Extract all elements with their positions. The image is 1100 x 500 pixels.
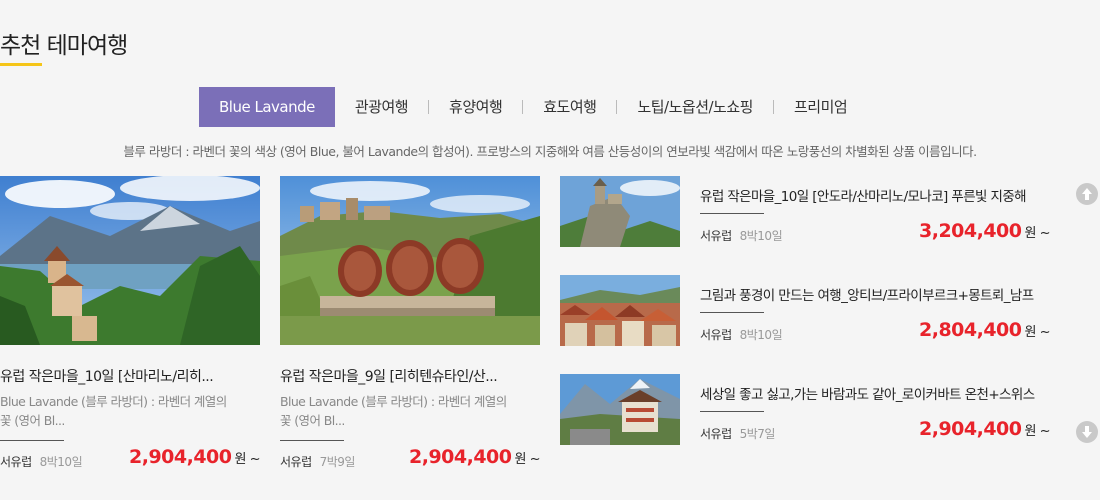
card-title[interactable]: 유럽 작은마을_10일 [산마리노/리히... [0,366,260,386]
region-label: 서유럽 [700,328,732,342]
duration-label: 8박10일 [739,328,783,342]
product-card[interactable]: 유럽 작은마을_9일 [리히텐슈타인/산... Blue Lavande (블루… [280,176,540,469]
price-unit: 원 ~ [1024,424,1051,439]
list-title[interactable]: 유럽 작은마을_10일 [안도라/산마리노/모나코] 푸른빛 지중해 [700,185,1027,205]
arrow-up-icon [1077,184,1097,204]
card-subtitle: Blue Lavande (블루 라방더) : 라벤더 계열의 꽃 (영어 Bl… [0,394,227,428]
list-price: 2,804,400 원 ~ [919,319,1050,341]
card-title[interactable]: 유럽 작은마을_9일 [리히텐슈타인/산... [280,366,540,386]
tab-blue-lavande[interactable]: Blue Lavande [199,87,335,127]
list-image-old-town-roofs[interactable] [560,275,680,346]
arrow-down-icon [1077,422,1097,442]
arrow-down-circle-icon[interactable] [1076,421,1098,443]
duration-label: 5박7일 [739,427,776,441]
theme-description: 블루 라방더 : 라벤더 꽃의 색상 (영어 Blue, 불어 Lavande의… [123,144,977,159]
price-value: 2,904,400 [919,418,1022,440]
divider [700,312,764,313]
tab-sightseeing[interactable]: 관광여행 [335,87,428,127]
theme-tabs: Blue Lavande 관광여행 휴양여행 효도여행 노팁/노옵션/노쇼핑 프… [199,87,867,127]
divider [700,213,764,214]
region-label: 서유럽 [280,455,312,469]
duration-label: 8박10일 [39,455,83,469]
list-title[interactable]: 그림과 풍경이 만드는 여행_앙티브/프라이부르크+몽트뢰_남프 [700,284,1034,304]
list-item[interactable]: 세상일 좋고 싫고,가는 바람과도 같아_로이커바트 온천+스위스 서유럽 5박7… [560,374,1050,445]
list-region: 서유럽 8박10일 [700,326,783,343]
card-region: 서유럽 8박10일 [0,453,83,470]
card-subtitle: Blue Lavande (블루 라방더) : 라벤더 계열의 꽃 (영어 Bl… [280,394,507,428]
duration-label: 8박10일 [739,229,783,243]
price-unit: 원 ~ [514,452,541,467]
tab-no-tip[interactable]: 노팁/노옵션/노쇼핑 [617,87,773,127]
list-item[interactable]: 유럽 작은마을_10일 [안도라/산마리노/모나코] 푸른빛 지중해 서유럽 8박… [560,176,1050,247]
list-item[interactable]: 그림과 풍경이 만드는 여행_앙티브/프라이부르크+몽트뢰_남프 서유럽 8박10… [560,275,1050,346]
price-value: 2,804,400 [919,319,1022,341]
list-price: 2,904,400 원 ~ [919,418,1050,440]
list-region: 서유럽 5박7일 [700,425,775,442]
price-value: 3,204,400 [919,220,1022,242]
card-region: 서유럽 7박9일 [280,453,355,470]
list-title[interactable]: 세상일 좋고 싫고,가는 바람과도 같아_로이커바트 온천+스위스 [700,383,1035,403]
divider [700,411,764,412]
price-value: 2,904,400 [129,446,232,468]
card-price: 2,904,400 원 ~ [129,446,260,468]
product-image-wine-barrels[interactable] [280,176,540,345]
divider [0,440,64,441]
price-value: 2,904,400 [409,446,512,468]
region-label: 서유럽 [700,229,732,243]
list-image-cliff-tower[interactable] [560,176,680,247]
list-image-alpine-village[interactable] [560,374,680,445]
section-title: 추천 테마여행 [0,33,128,59]
price-unit: 원 ~ [234,452,261,467]
list-price: 3,204,400 원 ~ [919,220,1050,242]
tab-premium[interactable]: 프리미엄 [774,87,867,127]
title-underline [0,63,42,66]
product-card[interactable]: 유럽 작은마을_10일 [산마리노/리히... Blue Lavande (블루… [0,176,260,469]
price-unit: 원 ~ [1024,325,1051,340]
card-price: 2,904,400 원 ~ [409,446,540,468]
region-label: 서유럽 [700,427,732,441]
region-label: 서유럽 [0,455,32,469]
divider [280,440,344,441]
price-unit: 원 ~ [1024,226,1051,241]
product-image-lake-village[interactable] [0,176,260,345]
list-region: 서유럽 8박10일 [700,227,783,244]
arrow-up-circle-icon[interactable] [1076,183,1098,205]
duration-label: 7박9일 [319,455,356,469]
tab-filial[interactable]: 효도여행 [523,87,616,127]
tab-resort[interactable]: 휴양여행 [429,87,522,127]
